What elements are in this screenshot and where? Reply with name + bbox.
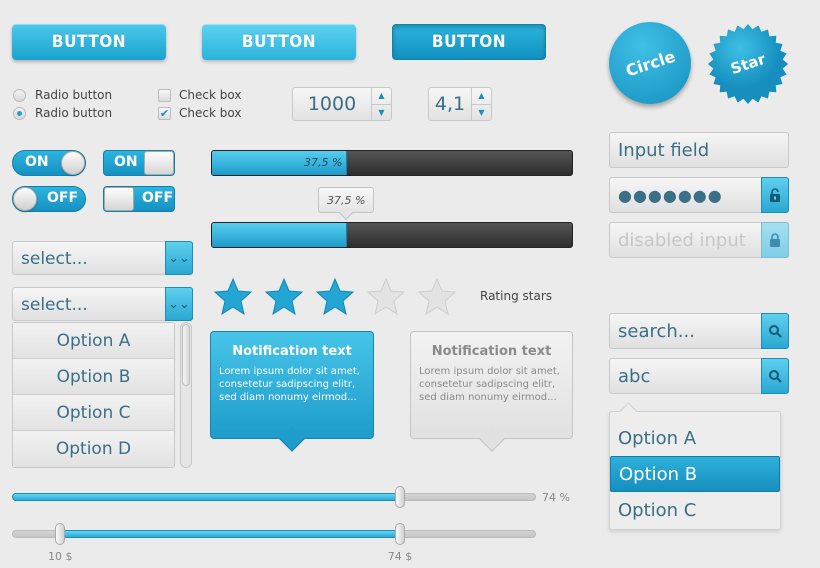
toggle-label: ON — [25, 154, 49, 170]
input-value: Input field — [618, 140, 710, 161]
stepper-value: 1000 — [307, 93, 357, 115]
notification-tail — [478, 426, 505, 452]
unlock-icon[interactable] — [761, 177, 789, 213]
scrollbar-thumb[interactable] — [182, 324, 190, 386]
notification-body: Lorem ipsum dolor sit amet, consetetur s… — [419, 366, 560, 403]
notification-active: Notification text Lorem ipsum dolor sit … — [210, 331, 374, 452]
button-hover[interactable]: BUTTON — [202, 24, 356, 60]
dropdown-option[interactable]: Option C — [610, 492, 780, 528]
notification-tail — [279, 426, 305, 452]
star-filled-icon[interactable] — [315, 277, 355, 317]
lock-icon — [761, 222, 789, 258]
input-field[interactable]: Input field — [609, 132, 789, 168]
radio-button-1[interactable] — [13, 89, 26, 102]
rating-label: Rating stars — [480, 289, 552, 303]
toggle-label: OFF — [47, 190, 79, 206]
star-filled-icon[interactable] — [213, 277, 253, 317]
toggle-off-square[interactable]: OFF — [103, 186, 175, 212]
radio-button-2[interactable] — [13, 107, 26, 120]
star-empty-icon[interactable] — [366, 277, 406, 317]
button-pressed[interactable]: BUTTON — [392, 24, 546, 60]
slider-fill — [12, 493, 400, 501]
select-value: select... — [21, 249, 88, 269]
progress-bar — [211, 222, 573, 248]
range-high-label: 74 $ — [387, 550, 413, 563]
number-stepper-1[interactable]: 1000 ▲ ▼ — [292, 87, 392, 121]
radio-label-1: Radio button — [35, 88, 113, 102]
range-slider-high-handle[interactable] — [394, 523, 405, 545]
checkbox-label-2: Check box — [179, 106, 242, 120]
slider-handle[interactable] — [394, 486, 405, 508]
stepper-up-icon[interactable]: ▲ — [372, 88, 391, 104]
range-slider-low-handle[interactable] — [55, 523, 65, 545]
select-dropdown-2[interactable]: select... ⌄⌄ — [12, 287, 193, 321]
checkbox-1[interactable] — [158, 89, 171, 102]
toggle-on-square[interactable]: ON — [103, 150, 175, 176]
progress-fill — [212, 223, 347, 247]
check-icon: ✔ — [159, 107, 170, 120]
stepper-down-icon[interactable]: ▼ — [472, 103, 491, 121]
circle-label: Circle — [622, 46, 678, 80]
slider-value-label: 74 % — [542, 491, 570, 504]
star-button[interactable]: Star — [706, 22, 790, 106]
list-item[interactable]: Option C — [13, 395, 174, 431]
toggle-on-round[interactable]: ON — [12, 150, 86, 176]
range-slider-fill — [60, 530, 400, 538]
search-input[interactable]: search... — [609, 313, 789, 349]
dropdown-option[interactable]: Option A — [610, 420, 780, 456]
double-chevron-down-icon[interactable]: ⌄⌄ — [165, 241, 193, 275]
notification-inactive: Notification text Lorem ipsum dolor sit … — [410, 331, 573, 452]
select-dropdown-1[interactable]: select... ⌄⌄ — [12, 241, 193, 275]
toggle-label: OFF — [142, 190, 174, 206]
toggle-knob — [13, 187, 37, 211]
list-item[interactable]: Option B — [13, 359, 174, 395]
list-item[interactable]: Option D — [13, 431, 174, 467]
toggle-knob — [144, 151, 174, 175]
listbox[interactable]: Option A Option B Option C Option D — [12, 322, 175, 468]
toggle-knob — [61, 151, 85, 175]
star-filled-icon[interactable] — [264, 277, 304, 317]
listbox-scrollbar[interactable] — [180, 322, 192, 468]
disabled-input-value: disabled input — [618, 230, 746, 251]
toggle-knob — [104, 187, 134, 211]
search-icon[interactable] — [761, 358, 789, 394]
password-field[interactable]: ●●●●●●● — [609, 177, 789, 213]
disabled-input: disabled input — [609, 222, 789, 258]
button-normal[interactable]: BUTTON — [12, 24, 166, 60]
checkbox-label-1: Check box — [179, 88, 242, 102]
stepper-up-icon[interactable]: ▲ — [472, 88, 491, 104]
checkbox-2[interactable]: ✔ — [158, 107, 171, 120]
progress-bar-labeled: 37,5 % — [211, 150, 573, 176]
stepper-down-icon[interactable]: ▼ — [372, 103, 391, 121]
notification-title: Notification text — [431, 344, 552, 359]
progress-tooltip: 37,5 % — [318, 187, 375, 213]
stepper-value: 4,1 — [434, 93, 466, 115]
list-item[interactable]: Option A — [13, 323, 174, 359]
progress-label: 37,5 % — [304, 156, 343, 169]
radio-label-2: Radio button — [35, 106, 113, 120]
search-value: abc — [618, 366, 651, 387]
autocomplete-dropdown[interactable]: Option A Option B Option C — [609, 411, 781, 530]
password-value: ●●●●●●● — [618, 186, 723, 205]
search-icon[interactable] — [761, 313, 789, 349]
circle-button[interactable]: Circle — [609, 22, 691, 104]
star-empty-icon[interactable] — [417, 277, 457, 317]
double-chevron-down-icon[interactable]: ⌄⌄ — [165, 287, 193, 321]
toggle-off-round[interactable]: OFF — [12, 186, 86, 212]
toggle-label: ON — [114, 154, 138, 170]
range-low-label: 10 $ — [48, 550, 73, 563]
select-value: select... — [21, 295, 88, 315]
dropdown-option-selected[interactable]: Option B — [610, 456, 780, 492]
notification-body: Lorem ipsum dolor sit amet, consetetur s… — [219, 366, 360, 403]
search-input-filled[interactable]: abc — [609, 358, 789, 394]
search-placeholder: search... — [618, 321, 695, 342]
number-stepper-2[interactable]: 4,1 ▲ ▼ — [428, 87, 492, 121]
notification-title: Notification text — [232, 344, 352, 359]
